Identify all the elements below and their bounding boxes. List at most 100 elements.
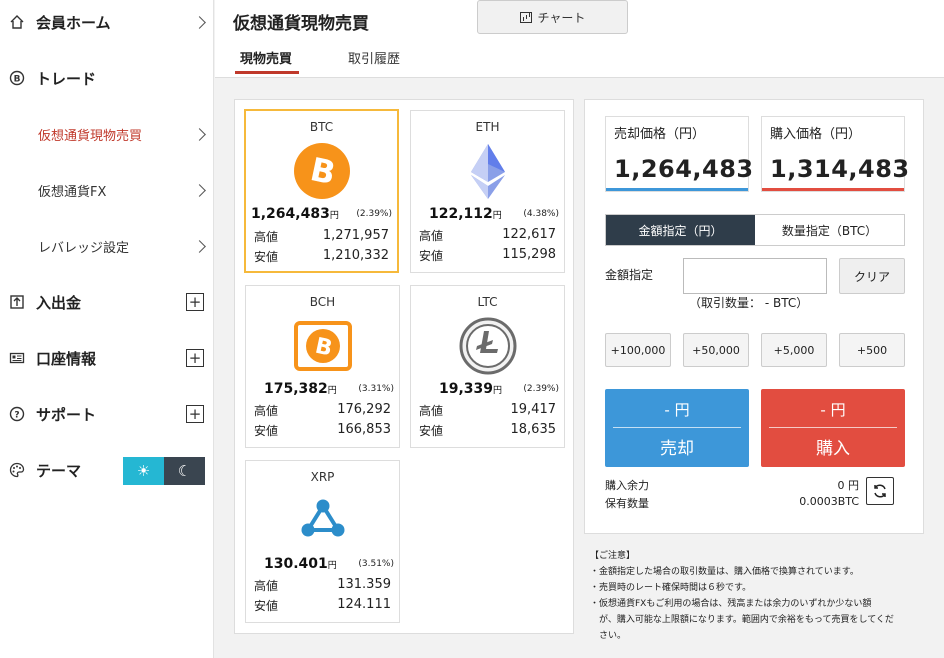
coin-change: (2.39%) [356, 209, 392, 219]
deposit-icon [8, 293, 26, 311]
chevron-right-icon [193, 127, 206, 141]
bitcoin-cash-logo-icon: B [293, 321, 352, 371]
note-line: ・金額指定した場合の取引数量は、購入価格で換算されています。 [590, 567, 859, 577]
coin-name: BCH [309, 295, 336, 309]
sidebar-item-label: 会員ホーム [36, 13, 111, 32]
note-line: が、購入可能な上限額になります。範囲内で余裕をもって売買をしてくだ [590, 615, 894, 625]
sidebar-item-label: 口座情報 [36, 349, 97, 368]
buy-price-box: 購入価格（円） 1,314,483 [761, 116, 909, 192]
coin-name: ETH [475, 120, 500, 134]
bitcoin-circle-icon: B [8, 69, 26, 87]
sidebar-subitem-label: 仮想通貨現物売買 [38, 128, 143, 144]
quick-amount-500-button[interactable]: +500 [839, 333, 905, 367]
buy-amount: - 円 [820, 401, 846, 419]
sell-amount: - 円 [664, 401, 690, 419]
coin-price: 175,382円 [264, 381, 337, 397]
sell-button[interactable]: - 円 売却 [605, 389, 749, 467]
ethereum-logo-icon [470, 144, 505, 199]
sell-price-label: 売却価格（円） [614, 127, 706, 142]
ripple-logo-icon [301, 499, 344, 537]
holding-value: 0.0003BTC [799, 495, 859, 508]
coin-price: 1,264,483円 [251, 206, 339, 222]
available-label: 購入余力 [605, 479, 649, 492]
coin-name: XRP [310, 470, 335, 484]
sell-label: 売却 [660, 439, 694, 459]
sell-price-box: 売却価格（円） 1,264,483 [605, 116, 753, 192]
coin-card-xrp[interactable]: XRP 130.401円 (3.51%) 高値 131.359 安値 124.111 [245, 460, 400, 623]
note-line: さい。 [590, 631, 627, 641]
chevron-right-icon [193, 183, 206, 197]
buy-price-bar [762, 188, 904, 191]
coin-change: (3.51%) [358, 559, 394, 569]
quick-amount-100000-button[interactable]: +100,000 [605, 333, 671, 367]
coin-name: BTC [309, 120, 334, 134]
moon-icon[interactable]: ☾ [164, 457, 205, 485]
quick-amount-5000-button[interactable]: +5,000 [761, 333, 827, 367]
coin-change: (4.38%) [523, 209, 559, 219]
chart-button-label: チャート [537, 10, 586, 25]
sidebar-subitem-spot-trading[interactable]: 仮想通貨現物売買 [0, 112, 214, 156]
sidebar-item-deposit-withdraw[interactable]: 入出金 + [0, 280, 214, 324]
sidebar-item-trade[interactable]: B トレード [0, 56, 214, 100]
quick-amount-50000-button[interactable]: +50,000 [683, 333, 749, 367]
tab-spot-trading[interactable]: 現物売買 [240, 48, 292, 67]
order-mode-toggle: 金額指定（円） 数量指定（BTC） [605, 214, 905, 246]
active-tab-indicator [235, 71, 299, 74]
litecoin-logo-icon [459, 317, 516, 375]
amount-input[interactable] [683, 258, 827, 294]
coin-card-bch[interactable]: BCH B 175,382円 (3.31%) 高値 176,292 安値 166,8… [245, 285, 400, 448]
svg-text:B: B [14, 75, 21, 85]
expand-plus-icon[interactable]: + [186, 405, 204, 423]
coin-name: LTC [477, 295, 498, 309]
trade-panel: 売却価格（円） 1,264,483 購入価格（円） 1,314,483 金額指定… [584, 99, 924, 534]
amount-label: 金額指定 [605, 268, 654, 282]
clear-button[interactable]: クリア [839, 258, 905, 294]
buy-price-label: 購入価格（円） [770, 127, 862, 142]
bar-chart-icon [519, 11, 532, 23]
tab-trade-history[interactable]: 取引履歴 [348, 48, 400, 67]
sidebar-item-member-home[interactable]: 会員ホーム [0, 0, 214, 44]
expand-plus-icon[interactable]: + [186, 293, 204, 311]
theme-toggle: ☀ ☾ [123, 457, 205, 485]
sell-button-divider [613, 427, 741, 428]
buy-label: 購入 [816, 439, 850, 459]
buy-button[interactable]: - 円 購入 [761, 389, 905, 467]
palette-icon [8, 461, 26, 479]
sun-icon[interactable]: ☀ [123, 457, 164, 485]
chart-button[interactable]: チャート [477, 0, 628, 34]
sidebar-subitem-label: 仮想通貨FX [38, 184, 107, 200]
coin-price: 19,339円 [439, 381, 503, 397]
sidebar-item-label: 入出金 [36, 293, 82, 312]
sidebar-item-account-info[interactable]: 口座情報 + [0, 336, 214, 380]
expand-plus-icon[interactable]: + [186, 349, 204, 367]
svg-text:?: ? [14, 411, 19, 421]
coin-change: (2.39%) [523, 384, 559, 394]
question-circle-icon: ? [8, 405, 26, 423]
mode-quantity-button[interactable]: 数量指定（BTC） [755, 215, 904, 245]
coin-card-btc[interactable]: BTC B 1,264,483円 (2.39%) 高値 1,271,957 安値 1… [244, 109, 399, 273]
buy-button-divider [769, 427, 897, 428]
sidebar-item-label: テーマ [36, 461, 82, 480]
sell-price-value: 1,264,483 [614, 155, 754, 183]
refresh-button[interactable] [866, 477, 894, 505]
bitcoin-logo-icon: B [293, 143, 350, 199]
sidebar-item-support[interactable]: ? サポート + [0, 392, 214, 436]
coin-list-panel: BTC B 1,264,483円 (2.39%) 高値 1,271,957 安値 1… [234, 99, 574, 634]
mode-amount-button[interactable]: 金額指定（円） [606, 215, 755, 245]
note-line: ・売買時のレート確保時間は６秒です。 [590, 583, 752, 593]
sidebar-item-label: トレード [36, 69, 97, 88]
coin-price: 130.401円 [264, 556, 337, 572]
sidebar-subitem-crypto-fx[interactable]: 仮想通貨FX [0, 168, 214, 212]
sidebar-subitem-leverage-settings[interactable]: レバレッジ設定 [0, 224, 214, 268]
home-icon [8, 13, 26, 31]
coin-card-ltc[interactable]: LTC 19,339円 (2.39%) 高値 19,417 安値 18,635 [410, 285, 565, 448]
holding-label: 保有数量 [605, 497, 649, 510]
coin-card-eth[interactable]: ETH 122,112円 (4.38%) 高値 122,617 安値 115,298 [410, 110, 565, 273]
page-title: 仮想通貨現物売買 [233, 14, 369, 34]
quantity-note: （取引数量： - BTC） [689, 296, 809, 310]
coin-change: (3.31%) [358, 384, 394, 394]
sidebar-item-label: サポート [36, 405, 97, 424]
id-card-icon [8, 349, 26, 367]
coin-price: 122,112円 [429, 206, 502, 222]
available-value: 0 円 [837, 479, 860, 492]
